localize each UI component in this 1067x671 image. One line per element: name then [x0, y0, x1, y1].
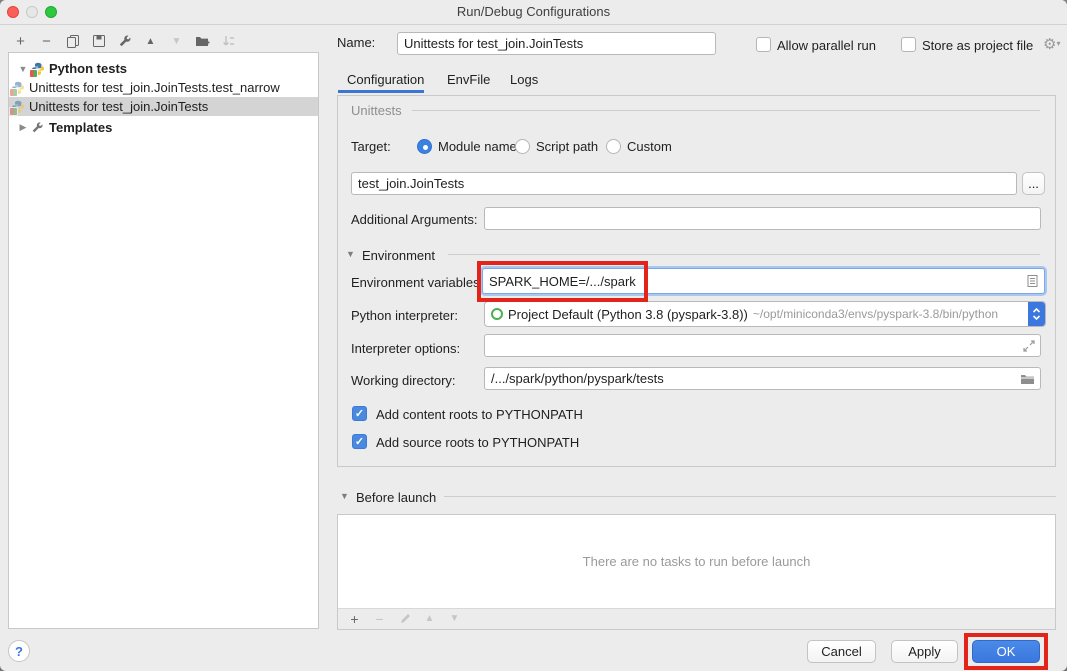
environment-collapse-icon[interactable]: ▼ — [346, 249, 355, 259]
tree-item-unittest-narrow[interactable]: Unittests for test_join.JoinTests.test_n… — [9, 78, 318, 97]
tree-item-python-tests[interactable]: ▼ Python tests — [9, 59, 318, 78]
minimize-window-icon[interactable] — [26, 6, 38, 18]
before-launch-empty-text: There are no tasks to run before launch — [583, 554, 811, 569]
before-launch-toolbar: + − ▲ ▼ — [346, 610, 463, 627]
titlebar: Run/Debug Configurations — [0, 0, 1067, 25]
sort-alphabetically-icon[interactable] — [220, 33, 237, 50]
add-content-roots-checkbox[interactable]: ✓ — [352, 406, 367, 421]
additional-arguments-label: Additional Arguments: — [351, 210, 477, 230]
help-button[interactable]: ? — [8, 640, 30, 662]
folder-icon[interactable] — [1020, 373, 1035, 385]
additional-arguments-input[interactable] — [484, 207, 1041, 230]
tree-item-templates[interactable]: ▶ Templates — [9, 118, 318, 137]
add-icon[interactable]: + — [12, 33, 29, 50]
tests-badge-icon — [29, 69, 38, 78]
add-content-roots-label: Add content roots to PYTHONPATH — [376, 405, 583, 425]
move-down-icon[interactable]: ▼ — [168, 33, 185, 50]
store-as-project-file-label: Store as project file — [922, 36, 1033, 56]
wrench-icon — [31, 121, 45, 135]
radio-module-name[interactable] — [417, 139, 432, 154]
environment-group-label[interactable]: Environment — [362, 246, 435, 266]
chevron-down-icon[interactable]: ▼ — [17, 64, 29, 74]
apply-button[interactable]: Apply — [891, 640, 958, 663]
before-launch-collapse-icon[interactable]: ▼ — [340, 491, 349, 501]
add-source-roots-checkbox[interactable]: ✓ — [352, 434, 367, 449]
before-launch-panel: There are no tasks to run before launch … — [337, 514, 1056, 630]
move-up-icon[interactable]: ▲ — [142, 33, 159, 50]
python-interpreter-label: Python interpreter: — [351, 306, 458, 326]
configurations-tree: ▼ Python tests Unittests for test_join.J… — [8, 52, 319, 629]
group-divider — [444, 496, 1056, 497]
tab-configuration[interactable]: Configuration — [347, 69, 424, 91]
group-divider — [448, 254, 1040, 255]
radio-script-path-label: Script path — [536, 137, 598, 157]
name-label: Name: — [337, 33, 375, 53]
tests-badge-icon — [9, 88, 18, 97]
radio-script-path[interactable] — [515, 139, 530, 154]
edit-task-icon[interactable] — [396, 610, 413, 627]
tree-item-unittest-jointests[interactable]: Unittests for test_join.JoinTests — [9, 97, 318, 116]
python-interpreter-combobox[interactable]: Project Default (Python 3.8 (pyspark-3.8… — [484, 301, 1046, 327]
run-debug-configurations-dialog: Run/Debug Configurations + − ▲ ▼ ▼ — [0, 0, 1067, 671]
unittests-group-label: Unittests — [351, 103, 402, 118]
allow-parallel-run-label: Allow parallel run — [777, 36, 876, 56]
move-task-up-icon[interactable]: ▲ — [421, 610, 438, 627]
add-task-icon[interactable]: + — [346, 610, 363, 627]
move-task-down-icon[interactable]: ▼ — [446, 610, 463, 627]
group-divider — [412, 110, 1040, 111]
browse-button[interactable]: ... — [1022, 172, 1045, 195]
target-label: Target: — [351, 137, 391, 157]
radio-module-name-label: Module name — [438, 137, 517, 157]
tests-badge-icon — [9, 107, 18, 116]
tab-logs[interactable]: Logs — [510, 69, 538, 91]
radio-custom[interactable] — [606, 139, 621, 154]
tab-envfile[interactable]: EnvFile — [447, 69, 490, 91]
store-as-project-file-checkbox[interactable] — [901, 37, 916, 52]
edit-templates-icon[interactable] — [116, 33, 133, 50]
allow-parallel-run-checkbox[interactable] — [756, 37, 771, 52]
combobox-arrows-icon[interactable] — [1028, 301, 1045, 327]
module-name-input[interactable] — [351, 172, 1017, 195]
window-title: Run/Debug Configurations — [0, 0, 1067, 24]
interpreter-options-input[interactable] — [484, 334, 1041, 357]
before-launch-task-list: There are no tasks to run before launch — [338, 515, 1055, 609]
cancel-button[interactable]: Cancel — [807, 640, 876, 663]
close-window-icon[interactable] — [7, 6, 19, 18]
python-test-icon — [11, 100, 25, 114]
before-launch-label[interactable]: Before launch — [356, 488, 436, 508]
new-folder-icon[interactable] — [194, 33, 211, 50]
edit-variables-icon[interactable] — [1027, 275, 1038, 288]
name-input[interactable] — [397, 32, 716, 55]
python-test-icon — [11, 81, 25, 95]
environment-variables-field[interactable]: SPARK_HOME=/.../spark — [482, 268, 1045, 294]
working-directory-label: Working directory: — [351, 371, 456, 391]
active-tab-underline — [338, 90, 424, 93]
save-icon[interactable] — [90, 33, 107, 50]
python-tests-icon — [31, 62, 45, 76]
radio-custom-label: Custom — [627, 137, 672, 157]
interpreter-options-label: Interpreter options: — [351, 339, 460, 359]
chevron-right-icon[interactable]: ▶ — [17, 122, 29, 133]
gear-icon[interactable]: ⚙▾ — [1043, 36, 1060, 52]
expand-field-icon[interactable] — [1023, 340, 1035, 352]
working-directory-input[interactable]: /.../spark/python/pyspark/tests — [484, 367, 1041, 390]
ok-button[interactable]: OK — [972, 640, 1040, 663]
environment-variables-label: Environment variables: — [351, 273, 483, 293]
conda-icon — [491, 308, 503, 320]
copy-icon[interactable] — [64, 33, 81, 50]
configurations-toolbar: + − ▲ ▼ — [12, 31, 237, 51]
add-source-roots-label: Add source roots to PYTHONPATH — [376, 433, 579, 453]
zoom-window-icon[interactable] — [45, 6, 57, 18]
remove-icon[interactable]: − — [38, 33, 55, 50]
remove-task-icon[interactable]: − — [371, 610, 388, 627]
interpreter-path: ~/opt/miniconda3/envs/pyspark-3.8/bin/py… — [753, 307, 998, 321]
